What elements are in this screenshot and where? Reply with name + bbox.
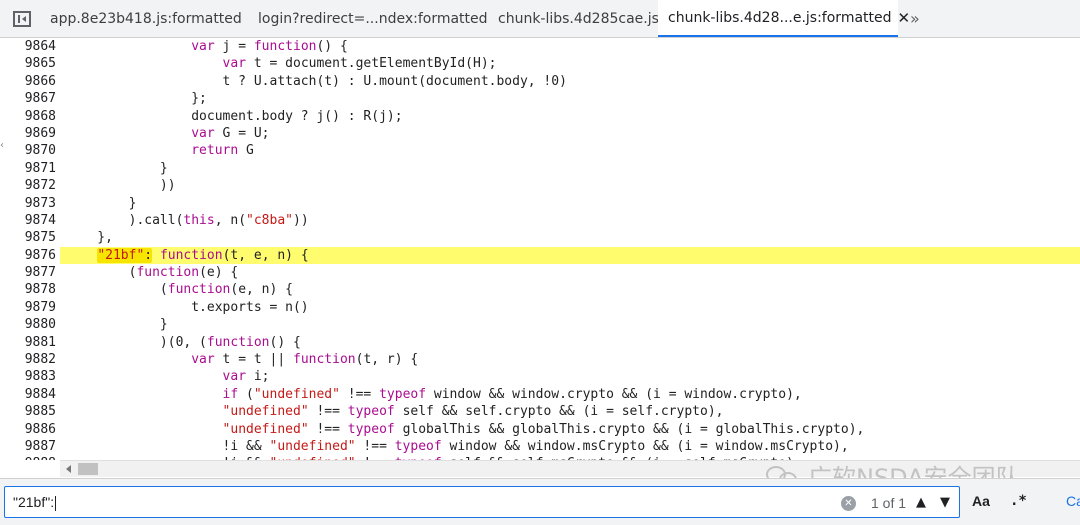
code-text: t.exports = n() [66,299,309,315]
code-line[interactable]: 9874 ).call(this, n("c8ba")) [0,211,1080,230]
line-number[interactable]: 9879 [0,298,60,317]
line-number[interactable]: 9865 [0,55,60,73]
code-editor[interactable]: 9864 var j = function() {9865 var t = do… [0,38,1080,460]
code-text: document.body ? j() : R(j); [66,108,403,124]
match-count: 1 of 1 [871,495,907,511]
line-number[interactable]: 9886 [0,420,60,438]
line-number[interactable]: 9877 [0,264,60,282]
code-line[interactable]: 9875 }, [0,229,1080,247]
scroll-left-icon[interactable] [66,465,71,473]
line-number[interactable]: 9887 [0,437,60,456]
code-line[interactable]: 9886 "undefined" !== typeof globalThis &… [0,420,1080,438]
code-text: if ("undefined" !== typeof window && win… [222,386,802,402]
code-line[interactable]: 9868 document.body ? j() : R(j); [0,107,1080,125]
code-text: } [66,317,168,333]
code-line[interactable]: 9885 "undefined" !== typeof self && self… [0,403,1080,421]
code-line[interactable]: 9866 t ? U.attach(t) : U.mount(document.… [0,72,1080,91]
code-line[interactable]: 9864 var j = function() { [0,38,1080,56]
line-number[interactable]: 9870 [0,142,60,160]
code-text: "undefined" !== typeof self && self.cryp… [222,404,724,420]
search-bar: "21bf": ✕ 1 of 1 ▲ ▼ Aa .* Ca [0,478,1080,525]
chevron-up-icon[interactable]: ▲ [911,495,931,513]
line-number[interactable]: 9875 [0,229,60,247]
code-text: var t = t || function(t, r) { [191,352,419,368]
code-text: )) [66,178,176,194]
line-number[interactable]: 9878 [0,281,60,299]
tab-login-formatted[interactable]: login?redirect=...ndex:formatted [244,0,488,37]
sidebar-toggle-icon [13,10,31,27]
line-number[interactable]: 9868 [0,107,60,125]
code-line-highlighted[interactable]: 9876 "21bf": function(t, e, n) { [0,246,1080,265]
line-number[interactable]: 9885 [0,403,60,421]
tab-app-formatted[interactable]: app.8e23b418.js:formatted [44,0,244,37]
regex-button[interactable]: .* [1010,493,1027,509]
clear-search-icon[interactable]: ✕ [841,496,856,511]
code-line[interactable]: 9865 var t = document.getElementById(H); [0,55,1080,73]
match-case-button[interactable]: Aa [972,493,990,509]
code-line[interactable]: 9882 var t = t || function(t, r) { [0,351,1080,369]
code-text: "21bf": function(t, e, n) { [60,246,309,265]
search-input[interactable]: "21bf": ✕ 1 of 1 ▲ ▼ [4,486,960,518]
code-text: t ? U.attach(t) : U.mount(document.body,… [66,73,567,89]
collapse-handle-icon[interactable]: ‹ [0,140,4,151]
tab-label: chunk-libs.4d285cae.js [498,10,659,27]
code-text: (function(e, n) { [66,282,293,298]
tab-label: chunk-libs.4d28...e.js:formatted [668,9,892,26]
code-text: "undefined" !== typeof globalThis && glo… [222,421,865,437]
line-number[interactable]: 9867 [0,90,60,108]
line-number[interactable]: 9864 [0,38,60,56]
code-text: } [66,195,137,211]
code-line[interactable]: 9884 if ("undefined" !== typeof window &… [0,385,1080,404]
line-number[interactable]: 9888 [0,455,60,460]
code-line[interactable]: 9879 t.exports = n() [0,298,1080,317]
tab-label: app.8e23b418.js:formatted [50,10,242,27]
code-line[interactable]: 9880 } [0,316,1080,334]
code-text: (function(e) { [66,265,239,281]
code-text: var G = U; [191,125,270,141]
code-line[interactable]: 9871 } [0,159,1080,178]
tab-chunk-libs[interactable]: chunk-libs.4d285cae.js [484,0,659,37]
tab-label: login?redirect=...ndex:formatted [258,10,488,27]
line-number[interactable]: 9869 [0,124,60,143]
code-line[interactable]: 9883 var i; [0,368,1080,386]
code-text: var i; [222,369,270,385]
line-number[interactable]: 9884 [0,385,60,404]
toggle-navigator-button[interactable] [0,0,44,37]
code-line[interactable]: 9878 (function(e, n) { [0,281,1080,299]
code-text: return G [191,143,254,159]
tab-bar: app.8e23b418.js:formatted login?redirect… [0,0,1080,38]
code-line[interactable]: 9873 } [0,194,1080,212]
search-input-value: "21bf": [13,494,57,511]
double-chevron-right-icon[interactable]: » [898,0,920,37]
line-number[interactable]: 9872 [0,177,60,195]
code-line[interactable]: 9867 }; [0,90,1080,108]
code-line[interactable]: 9869 var G = U; [0,124,1080,143]
code-text: var j = function() { [191,39,348,54]
code-text: ).call(this, n("c8ba")) [66,212,309,228]
code-line[interactable]: 9881 )(0, (function() { [0,333,1080,352]
code-text: } [66,160,168,176]
code-line[interactable]: 9887 !i && "undefined" !== typeof window… [0,437,1080,456]
cancel-button[interactable]: Ca [1066,493,1080,509]
code-text: }, [66,230,113,246]
code-text: )(0, (function() { [66,334,301,350]
line-number[interactable]: 9874 [0,211,60,230]
line-number[interactable]: 9876 [0,246,60,265]
line-number[interactable]: 9882 [0,351,60,369]
scrollbar-thumb[interactable] [78,463,98,475]
line-number[interactable]: 9873 [0,194,60,212]
line-number[interactable]: 9883 [0,368,60,386]
tab-chunk-libs-formatted[interactable]: chunk-libs.4d28...e.js:formatted ✕ [658,0,910,37]
code-text: var t = document.getElementById(H); [222,56,497,72]
line-number[interactable]: 9880 [0,316,60,334]
code-text: }; [66,91,207,107]
code-line[interactable]: 9870 return G [0,142,1080,160]
chevron-down-icon[interactable]: ▼ [935,495,955,513]
code-line[interactable]: 9872 )) [0,177,1080,195]
line-number[interactable]: 9871 [0,159,60,178]
line-number[interactable]: 9881 [0,333,60,352]
line-number[interactable]: 9866 [0,72,60,91]
code-text: !i && "undefined" !== typeof window && w… [66,438,849,454]
code-line[interactable]: 9877 (function(e) { [0,264,1080,282]
